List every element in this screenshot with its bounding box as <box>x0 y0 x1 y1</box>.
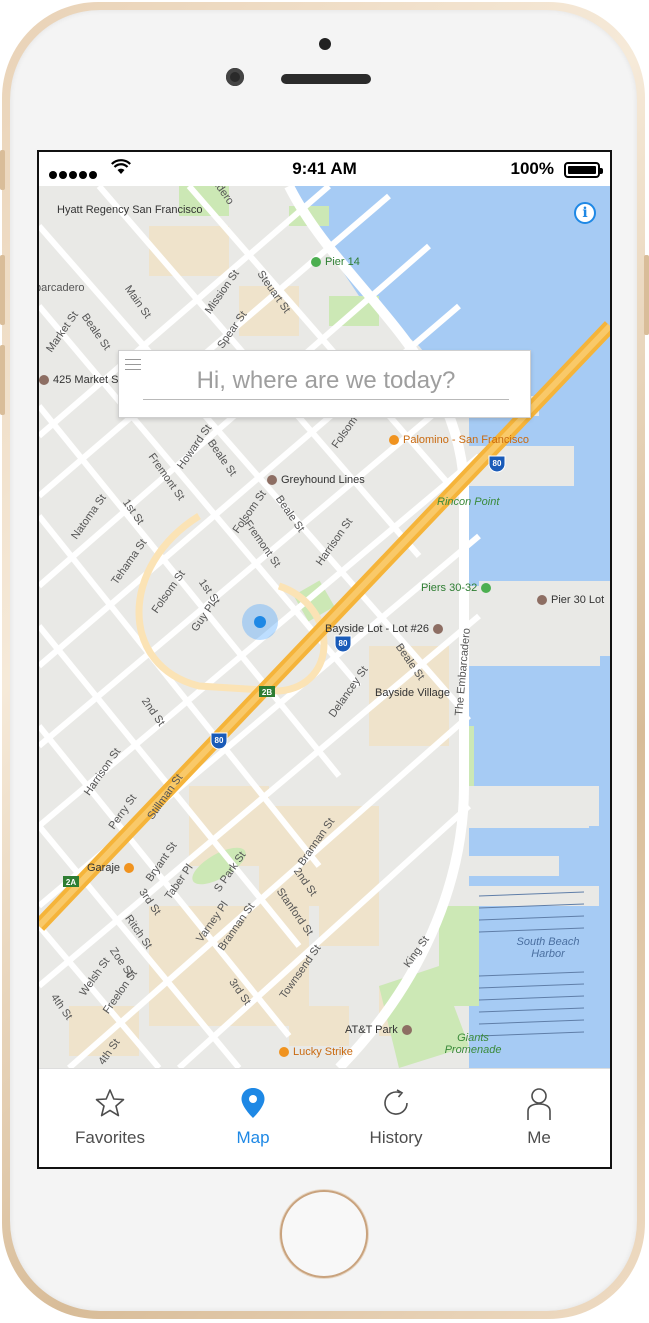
menu-icon[interactable] <box>125 359 141 374</box>
volume-up-button <box>0 255 5 325</box>
front-camera <box>226 68 244 86</box>
stadium-pin-icon <box>401 1025 412 1035</box>
place-425-market[interactable]: 425 Market St <box>39 374 121 386</box>
search-bar <box>118 350 531 418</box>
place-palomino[interactable]: Palomino - San Francisco <box>389 434 529 446</box>
tab-bar: Favorites Map History Me <box>39 1068 610 1167</box>
street-label: barcadero <box>39 282 85 294</box>
side-button <box>0 150 5 190</box>
place-label: AT&T Park <box>345 1024 398 1036</box>
proximity-sensor <box>319 38 331 50</box>
place-label: Pier 14 <box>325 256 360 268</box>
park-pin-icon <box>311 257 321 267</box>
place-label: Palomino - San Francisco <box>403 434 529 446</box>
home-button[interactable] <box>280 1190 368 1278</box>
volume-down-button <box>0 345 5 415</box>
pier-land <box>469 636 600 666</box>
status-bar: 9:41 AM 100% <box>39 152 610 186</box>
place-att-park[interactable]: AT&T Park <box>345 1024 412 1036</box>
place-label: Piers 30-32 <box>421 582 478 594</box>
place-label: Bayside Lot - Lot #26 <box>325 623 429 635</box>
place-label: Pier 30 Lot <box>551 594 605 606</box>
svg-text:2A: 2A <box>66 878 76 887</box>
place-garaje[interactable]: Garaje <box>87 862 135 874</box>
place-label: Garaje <box>87 862 121 874</box>
current-location-dot <box>254 616 266 628</box>
place-bayside-lot[interactable]: Bayside Lot - Lot #26 <box>325 623 443 635</box>
search-input[interactable] <box>143 363 509 400</box>
battery-percentage: 100% <box>510 159 554 178</box>
place-south-beach-harbor: South Beach Harbor <box>516 936 580 960</box>
tab-label: Me <box>527 1128 551 1147</box>
power-button <box>644 255 649 335</box>
restaurant-pin-icon <box>279 1047 289 1057</box>
tab-label: Map <box>236 1128 270 1147</box>
person-icon <box>527 1088 551 1120</box>
place-label: Lucky Strike <box>293 1046 353 1058</box>
park-pin-icon <box>481 583 492 593</box>
place-rincon-point: Rincon Point <box>437 496 500 508</box>
parking-pin-icon <box>537 595 547 605</box>
tab-history[interactable]: History <box>325 1069 467 1167</box>
battery-icon <box>564 162 603 178</box>
info-button[interactable]: i <box>574 202 596 224</box>
tab-favorites[interactable]: Favorites <box>39 1069 181 1167</box>
place-label: 425 Market St <box>53 374 122 386</box>
svg-text:80: 80 <box>339 639 348 648</box>
svg-text:80: 80 <box>493 459 502 468</box>
tab-label: Favorites <box>75 1128 145 1147</box>
tab-map[interactable]: Map <box>182 1069 324 1167</box>
earpiece-speaker <box>281 74 371 84</box>
place-lucky-strike[interactable]: Lucky Strike <box>279 1046 353 1058</box>
parking-pin-icon <box>432 624 443 634</box>
svg-text:80: 80 <box>215 736 224 745</box>
map-view[interactable]: 80 80 80 2B 2A adero barcadero Main St B… <box>39 186 610 1068</box>
place-bayside-village[interactable]: Bayside Village <box>375 687 450 699</box>
parking-pin-icon <box>39 375 49 385</box>
place-label: Bayside Village <box>375 687 451 699</box>
screen: 9:41 AM 100% 80 80 80 2B 2A adero barcad… <box>37 150 612 1169</box>
place-pier-30-lot[interactable]: Pier 30 Lot <box>537 594 604 606</box>
place-label: Hyatt Regency San Francisco <box>57 204 203 216</box>
place-label: Greyhound Lines <box>281 474 365 486</box>
place-pier-14[interactable]: Pier 14 <box>311 256 360 268</box>
restaurant-pin-icon <box>389 435 399 445</box>
restaurant-pin-icon <box>124 863 135 873</box>
pier-south <box>469 806 589 828</box>
star-icon <box>95 1089 125 1117</box>
tab-me[interactable]: Me <box>468 1069 610 1167</box>
tab-label: History <box>369 1128 423 1147</box>
bus-pin-icon <box>267 475 277 485</box>
history-icon <box>384 1089 408 1115</box>
place-giants-promenade: Giants Promenade <box>444 1032 502 1056</box>
place-piers-30-32[interactable]: Piers 30-32 <box>421 582 492 594</box>
pier-small <box>469 856 559 876</box>
map-pin-icon <box>241 1088 265 1118</box>
place-hyatt-regency[interactable]: Hyatt Regency San Francisco <box>57 204 203 216</box>
svg-text:2B: 2B <box>262 688 272 697</box>
place-greyhound[interactable]: Greyhound Lines <box>267 474 365 486</box>
